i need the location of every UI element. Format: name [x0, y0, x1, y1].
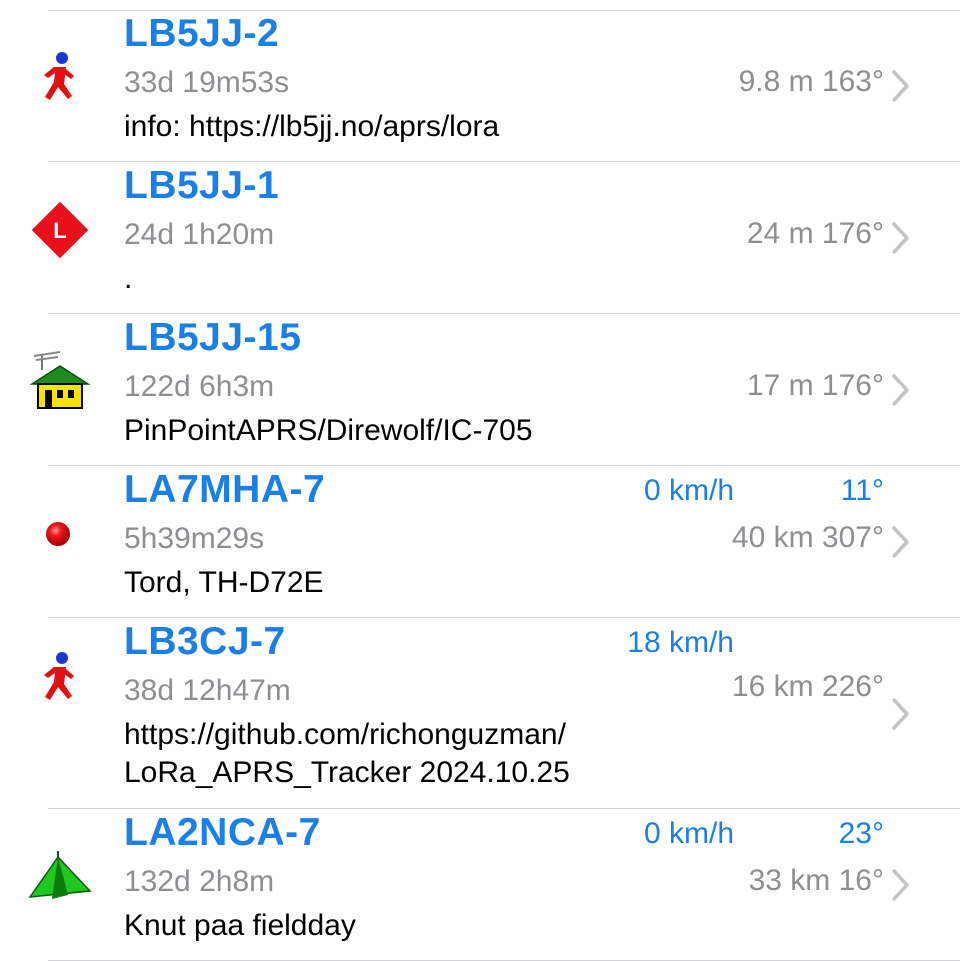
comment-line: info: https://lb5jj.no/aprs/lora — [124, 110, 500, 143]
lora-diamond-icon: L — [31, 201, 89, 259]
chevron-right-icon — [892, 374, 909, 406]
chevron-right-icon — [892, 70, 909, 102]
runner-icon — [44, 52, 74, 100]
distance-bearing: 9.8 m 163° — [738, 65, 884, 98]
distance-bearing: 33 km 16° — [748, 864, 884, 897]
course-value: 11° — [840, 474, 884, 507]
station-row[interactable]: LB3CJ-7 18 km/h 38d 12h47m 16 km 226° ht… — [0, 618, 960, 808]
comment-line: . — [124, 262, 133, 295]
last-heard-age: 33d 19m53s — [124, 66, 290, 99]
station-list: LB5JJ-2 33d 19m53s 9.8 m 163° info: http… — [0, 0, 960, 961]
last-heard-age: 122d 6h3m — [124, 370, 275, 403]
speed-value: 0 km/h — [643, 474, 734, 507]
station-callsign: LA7MHA-7 — [124, 468, 326, 511]
distance-bearing: 24 m 176° — [746, 217, 884, 250]
station-row[interactable]: LA7MHA-7 0 km/h 11° 5h39m29s 40 km 307° … — [0, 466, 960, 617]
comment-line: https://github.com/richonguzman/ — [124, 718, 566, 751]
station-comment: PinPointAPRS/Direwolf/IC-705 — [124, 412, 533, 450]
lora-diamond-letter: L — [53, 218, 66, 243]
station-comment: . — [124, 260, 132, 298]
station-comment: info: https://lb5jj.no/aprs/lora — [124, 108, 499, 146]
runner-icon — [44, 652, 74, 700]
station-row[interactable]: LB5JJ-15 122d 6h3m 17 m 176° PinPointAPR… — [0, 314, 960, 465]
comment-line: PinPointAPRS/Direwolf/IC-705 — [124, 414, 533, 447]
tent-icon — [28, 851, 92, 899]
speed-value: 18 km/h — [627, 626, 734, 659]
station-row[interactable]: LA2NCA-7 0 km/h 23° 132d 2h8m 33 km 16° … — [0, 809, 960, 960]
station-callsign: LB5JJ-1 — [124, 164, 280, 207]
station-callsign: LA2NCA-7 — [124, 811, 321, 854]
last-heard-age: 5h39m29s — [124, 522, 265, 555]
station-comment: Knut paa fieldday — [124, 907, 356, 945]
station-callsign: LB5JJ-2 — [124, 12, 280, 55]
station-row[interactable]: L LB5JJ-1 24d 1h20m 24 m 176° . — [0, 162, 960, 313]
station-comment: https://github.com/richonguzman/ LoRa_AP… — [124, 716, 570, 792]
station-comment: Tord, TH-D72E — [124, 564, 324, 602]
chevron-right-icon — [892, 526, 909, 558]
chevron-right-icon — [892, 698, 909, 730]
last-heard-age: 132d 2h8m — [124, 865, 275, 898]
house-antenna-icon — [29, 351, 91, 409]
red-dot-icon — [46, 522, 70, 546]
course-value: 23° — [838, 817, 884, 850]
chevron-right-icon — [892, 222, 909, 254]
distance-bearing: 16 km 226° — [731, 670, 884, 703]
speed-value: 0 km/h — [643, 817, 734, 850]
station-callsign: LB5JJ-15 — [124, 316, 302, 359]
distance-bearing: 17 m 176° — [746, 369, 884, 402]
comment-line: LoRa_APRS_Tracker 2024.10.25 — [124, 756, 570, 789]
last-heard-age: 38d 12h47m — [124, 674, 291, 707]
station-row[interactable]: LB5JJ-2 33d 19m53s 9.8 m 163° info: http… — [0, 10, 960, 161]
distance-bearing: 40 km 307° — [731, 521, 884, 554]
station-callsign: LB3CJ-7 — [124, 620, 286, 663]
comment-line: Tord, TH-D72E — [124, 566, 324, 599]
last-heard-age: 24d 1h20m — [124, 218, 275, 251]
comment-line: Knut paa fieldday — [124, 909, 356, 942]
chevron-right-icon — [892, 869, 909, 901]
